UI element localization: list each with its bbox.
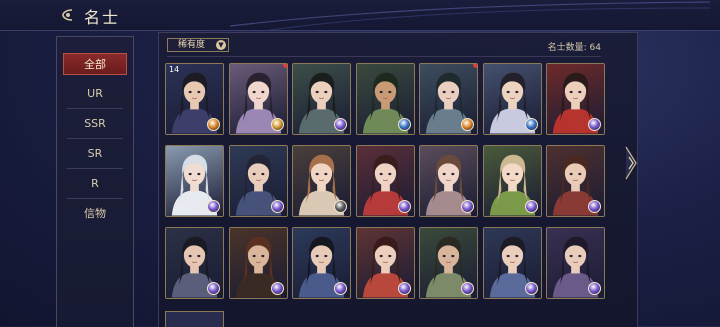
character-card[interactable] <box>228 63 288 135</box>
element-orb-icon <box>207 282 220 295</box>
element-orb-icon <box>461 200 474 213</box>
character-card[interactable] <box>228 145 288 217</box>
element-orb-icon <box>397 282 411 295</box>
element-orb-icon <box>270 282 284 295</box>
sidebar-item-all[interactable]: 全部 <box>63 53 127 75</box>
character-panel: 稀有度 ▼ 名士数量: 64 14 <box>158 32 638 327</box>
character-card[interactable] <box>165 227 224 299</box>
character-card[interactable] <box>546 145 605 217</box>
character-count: 名士数量: 64 <box>547 43 601 53</box>
sidebar-item-sr[interactable]: SR <box>63 143 127 169</box>
character-card[interactable] <box>482 63 542 135</box>
page-title: 名士 <box>84 8 121 27</box>
character-card[interactable] <box>482 227 542 299</box>
element-orb-icon <box>397 200 411 213</box>
sidebar-item-ssr[interactable]: SSR <box>63 113 127 139</box>
rarity-filter-label: 稀有度 <box>178 40 206 50</box>
element-orb-icon <box>588 282 601 295</box>
element-orb-icon <box>270 118 284 131</box>
element-orb-icon <box>207 118 220 131</box>
element-orb-icon <box>461 282 474 295</box>
back-icon[interactable] <box>60 7 76 23</box>
chevron-down-icon: ▼ <box>216 40 226 50</box>
element-orb-icon <box>461 118 474 131</box>
character-card[interactable] <box>419 63 478 135</box>
header-ornament-icon <box>230 1 710 30</box>
sidebar-item-ur[interactable]: UR <box>63 83 127 109</box>
notification-dot-icon <box>282 64 287 68</box>
sidebar-item-tokens[interactable]: 信物 <box>63 203 127 225</box>
character-card[interactable] <box>355 227 415 299</box>
expand-arrow-icon[interactable] <box>624 145 638 181</box>
character-card[interactable] <box>355 63 415 135</box>
character-card[interactable] <box>292 145 351 217</box>
element-orb-icon <box>524 118 538 131</box>
element-orb-icon <box>334 282 347 295</box>
character-card[interactable] <box>546 63 605 135</box>
character-card[interactable] <box>292 227 351 299</box>
element-orb-icon <box>270 200 284 213</box>
notification-dot-icon <box>473 64 477 68</box>
character-card[interactable] <box>482 145 542 217</box>
element-orb-icon <box>334 200 347 213</box>
element-orb-icon <box>588 200 601 213</box>
character-card[interactable] <box>292 63 351 135</box>
character-card[interactable] <box>546 227 605 299</box>
element-orb-icon <box>207 200 220 213</box>
character-card[interactable] <box>355 145 415 217</box>
divider <box>167 56 601 57</box>
character-card[interactable] <box>419 145 478 217</box>
element-orb-icon <box>397 118 411 131</box>
element-orb-icon <box>524 282 538 295</box>
rarity-sidebar: 全部 UR SSR SR R 信物 <box>56 36 134 327</box>
character-card[interactable] <box>419 227 478 299</box>
element-orb-icon <box>524 200 538 213</box>
character-grid: 14 <box>165 63 605 299</box>
element-orb-icon <box>334 118 347 131</box>
character-card[interactable] <box>165 145 224 217</box>
sidebar-item-r[interactable]: R <box>63 173 127 199</box>
element-orb-icon <box>588 118 601 131</box>
top-bar: 名士 <box>0 0 720 31</box>
card-level: 14 <box>169 65 180 74</box>
character-card[interactable] <box>228 227 288 299</box>
character-card[interactable]: 14 <box>165 63 224 135</box>
rarity-filter-dropdown[interactable]: 稀有度 ▼ <box>167 38 229 52</box>
character-card-partial[interactable] <box>165 311 224 327</box>
